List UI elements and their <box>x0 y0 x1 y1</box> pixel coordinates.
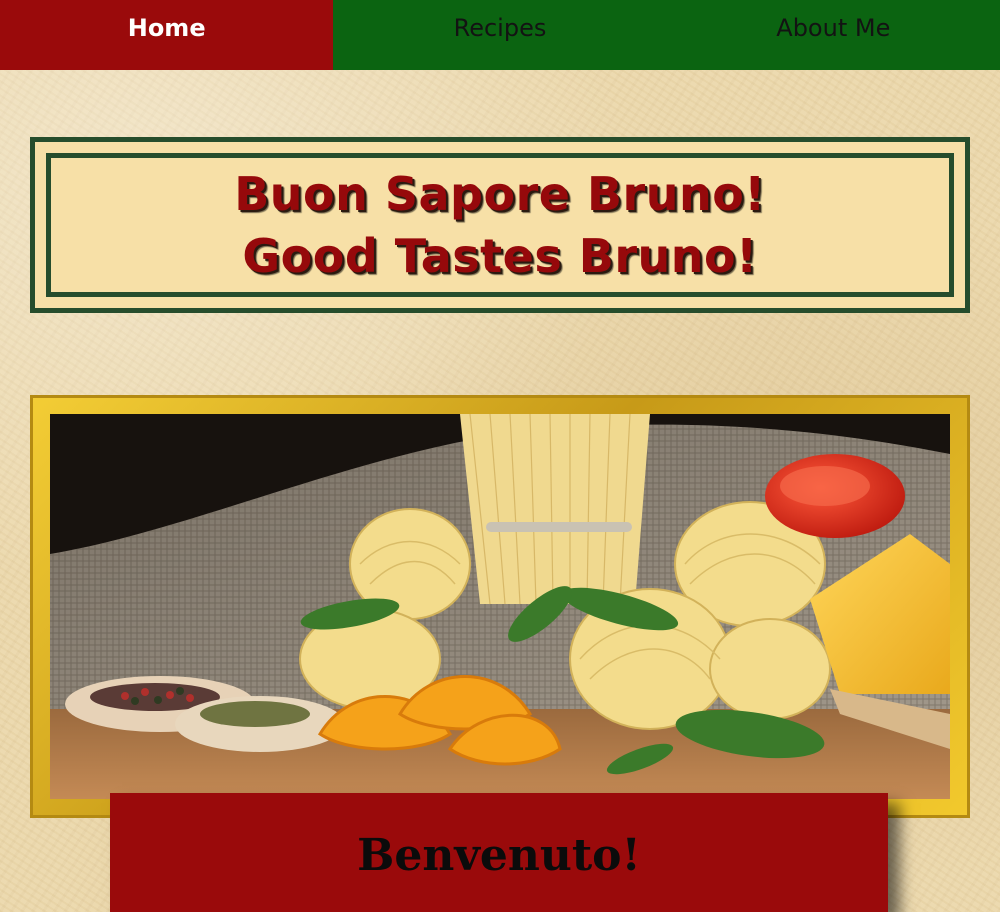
pasta-still-life-image <box>50 414 950 799</box>
nav-home[interactable]: Home <box>0 0 334 70</box>
hero-illustration <box>50 414 950 799</box>
site-title-english: Good Tastes Bruno! <box>242 229 758 283</box>
welcome-section: Benvenuto! <box>110 793 888 912</box>
nav-recipes[interactable]: Recipes <box>333 0 667 70</box>
title-banner-inner: Buon Sapore Bruno! Good Tastes Bruno! <box>46 153 954 297</box>
nav-about-me[interactable]: About Me <box>666 0 1000 70</box>
title-banner: Buon Sapore Bruno! Good Tastes Bruno! <box>30 137 970 313</box>
welcome-heading: Benvenuto! <box>357 830 641 881</box>
hero-image-frame <box>30 395 970 818</box>
top-navigation: Home Recipes About Me <box>0 0 1000 70</box>
site-title-italian: Buon Sapore Bruno! <box>234 167 766 221</box>
